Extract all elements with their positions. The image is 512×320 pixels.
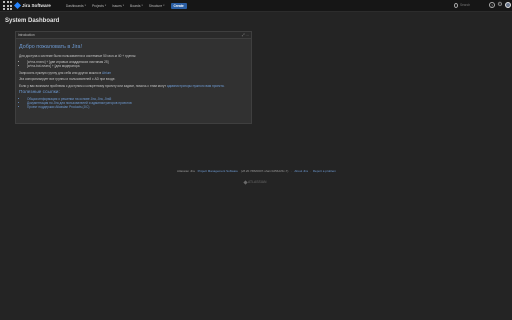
footer-separator: · [291,169,293,173]
footer-info: Atlassian Jira Project Management Softwa… [150,169,362,173]
useful-link-item[interactable]: Проект поддержки Atlassian Products (JIC… [27,105,248,109]
footer-separator: · [309,169,311,173]
introduction-gadget: Introduction ⤢ ⋯ Добро пожаловать в Jira… [15,31,252,124]
jira-logo[interactable]: Jira Software [13,1,51,10]
menu-issues[interactable]: Issues ▾ [112,3,124,9]
list-item: [a+на-bot-плато] + [для модератора [27,64,248,68]
gadget-header: Introduction ⤢ ⋯ [16,32,251,39]
footer-product: Atlassian Jira Project Management Softwa… [176,169,289,173]
gear-icon[interactable]: ⚙ [497,2,503,8]
menu-projects[interactable]: Projects ▾ [92,3,106,9]
chevron-down-icon: ▾ [163,4,165,7]
group-list: [a+на-плато] + [две игровых аладдинских … [19,60,248,68]
access-help-text: Если у вас возникли проблемы с доступом … [19,83,225,88]
gadget-actions-icon[interactable]: ⤢ ⋯ [242,33,249,37]
request-text: Запросить нужную группу для себя или дру… [19,70,112,75]
menu-dashboards[interactable]: Dashboards ▾ [66,3,86,9]
app-switcher-icon[interactable] [3,1,12,10]
chevron-down-icon: ▾ [122,4,125,7]
chevron-down-icon: ▾ [84,4,86,7]
jira-logo-icon [13,1,22,10]
chevron-down-icon: ▾ [104,4,107,7]
search-icon [454,2,458,8]
create-button[interactable]: Create [170,2,187,9]
chevron-down-icon: ▾ [141,4,143,7]
menu-boards[interactable]: Boards ▾ [130,3,143,9]
atlassian-logo[interactable]: ATLASSIAN [240,179,270,185]
page-title: System Dashboard [5,18,60,24]
help-icon[interactable]: ? [489,2,495,8]
search-input[interactable] [460,3,484,7]
menu-structure[interactable]: Structure ▾ [149,3,165,9]
jira-logo-text: Jira Software [22,3,51,8]
main-menu: Dashboards ▾ Projects ▾ Issues ▾ Boards ▾ St… [66,2,187,9]
gadget-body: Добро пожаловать в Jira! Для доступа к с… [16,39,251,109]
atrium-link[interactable]: Atrium [102,71,111,75]
about-jira-link[interactable]: About Jira [294,169,308,173]
footer-product-link[interactable]: Project Management Software [198,169,238,173]
useful-links-heading: Полезные ссылки: [19,89,60,95]
atlassian-logo-text: ATLASSIAN [248,180,267,184]
project-admins-link[interactable]: администраторы нужного вам проекта. [167,84,225,88]
welcome-heading: Добро пожаловать в Jira! [19,44,82,50]
atlassian-logo-icon [242,179,248,185]
search-box[interactable] [454,2,484,8]
gadget-title: Introduction [18,33,35,37]
sync-text: Jira синхронизирует все группы и пользов… [19,77,116,82]
avatar[interactable] [505,2,511,8]
top-navigation-bar: Jira Software Dashboards ▾ Projects ▾ Issu… [0,0,512,12]
report-problem-link[interactable]: Report a problem [313,169,336,173]
intro-text: Для доступа к системе были пользователи … [19,54,137,58]
useful-links-list: Общая информация о решении на основе Jir… [19,97,248,109]
